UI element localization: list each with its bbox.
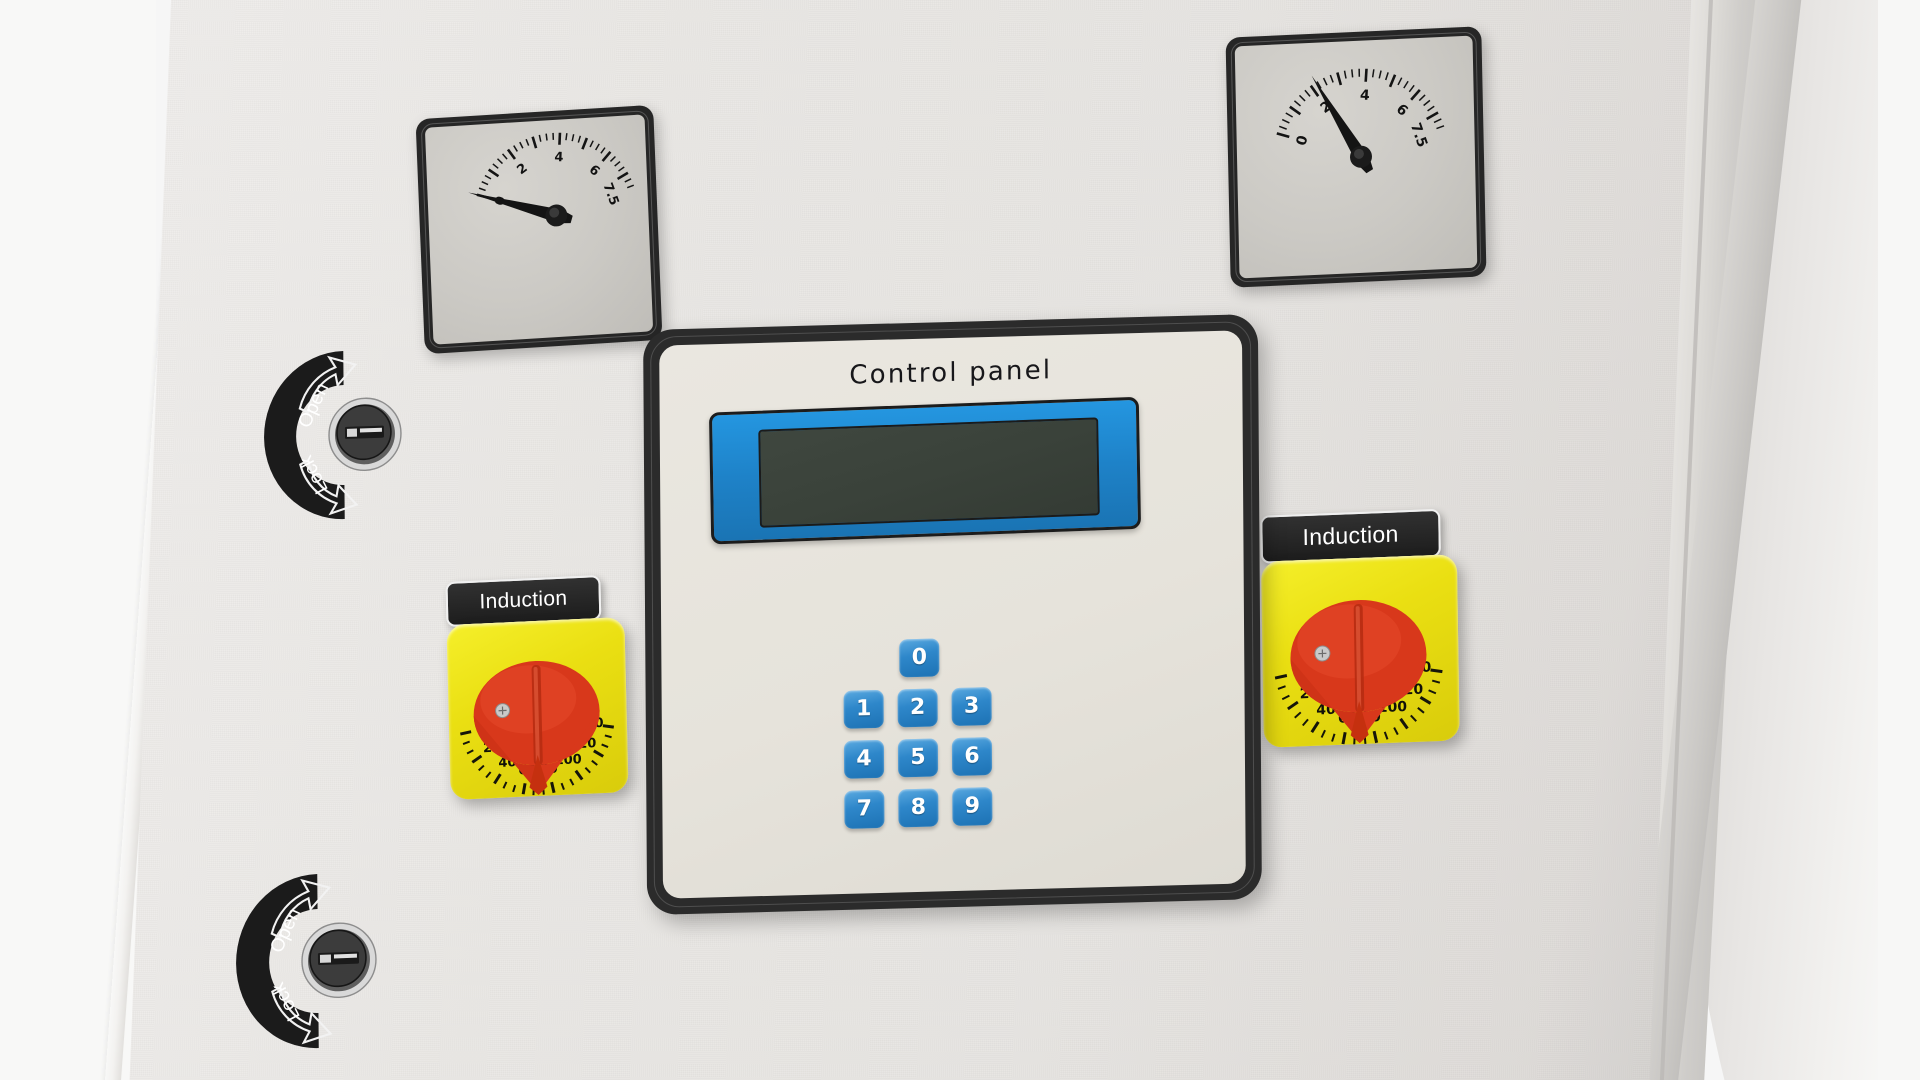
induction-body-left[interactable]: 020406080100120140 [446, 616, 629, 801]
keypad-key-9[interactable]: 9 [952, 787, 993, 827]
keypad-key-7[interactable]: 7 [844, 789, 885, 829]
induction-body-right[interactable]: 020406080100120140 [1260, 554, 1460, 748]
keypad-key-0[interactable]: 0 [899, 638, 940, 678]
meter-tick-label: 7.5 [1407, 121, 1430, 150]
lcd-display[interactable] [758, 417, 1100, 528]
keypad-key-8[interactable]: 8 [898, 788, 939, 828]
meter-tick-label: 4 [1359, 88, 1370, 104]
analog-meter-right: 0 2 4 6 7.5 [1225, 26, 1487, 288]
control-panel: Control panel 0123456789 [643, 313, 1262, 916]
keypad-key-6[interactable]: 6 [951, 737, 993, 777]
key-switch-bottom[interactable]: Open Lock [236, 865, 394, 1056]
meter-tick-label: 6 [586, 162, 603, 179]
induction-dial-right[interactable]: 020406080100120140 [1261, 554, 1460, 748]
keypad-row: 789 [844, 786, 1034, 829]
meter-face-left: 02467.5 [424, 114, 654, 345]
keypad-key-2[interactable]: 2 [897, 688, 938, 728]
key-switch-top[interactable]: Open Lock [264, 342, 417, 527]
keypad-key-3[interactable]: 3 [951, 687, 992, 727]
meter-tick-label: 6 [1393, 101, 1411, 120]
meter-tick-label: 4 [554, 150, 564, 165]
induction-knob-right[interactable] [1290, 597, 1428, 745]
keypad-row: 456 [843, 736, 1034, 779]
lcd-bezel [708, 396, 1142, 545]
meter-tick-label: 7.5 [599, 181, 621, 208]
keypad-key-4[interactable]: 4 [843, 739, 885, 779]
induction-selector-left[interactable]: Induction 020406080100120140 [445, 574, 629, 801]
page-title: Control panel [849, 355, 1053, 391]
meter-dial-left: 02467.5 [468, 132, 635, 227]
meter-tick-label: 2 [515, 161, 531, 178]
meter-dial-right: 02467.5 [1276, 68, 1445, 174]
control-cabinet-scene: 02467.5 02467.5 [0, 0, 1920, 1080]
keypad-row: 0 [843, 636, 1033, 679]
meter-face-right: 0 2 4 6 7.5 [1234, 35, 1478, 279]
induction-dial-left[interactable]: 020406080100120140 [446, 617, 628, 800]
induction-selector-right[interactable]: Induction 020406080100120140 [1260, 508, 1460, 748]
keypad-key-5[interactable]: 5 [897, 738, 939, 778]
keypad-key-1[interactable]: 1 [843, 689, 884, 729]
meter-tick-label: 0 [1294, 133, 1312, 147]
analog-meter-left: 02467.5 [415, 104, 663, 355]
key-switch-top-graphic[interactable]: Open Lock [264, 342, 417, 527]
key-switch-bottom-graphic[interactable]: Open Lock [236, 865, 394, 1056]
numeric-keypad[interactable]: 0123456789 [843, 636, 1034, 841]
keypad-row: 123 [843, 686, 1034, 729]
control-panel-face: Control panel 0123456789 [659, 330, 1246, 899]
